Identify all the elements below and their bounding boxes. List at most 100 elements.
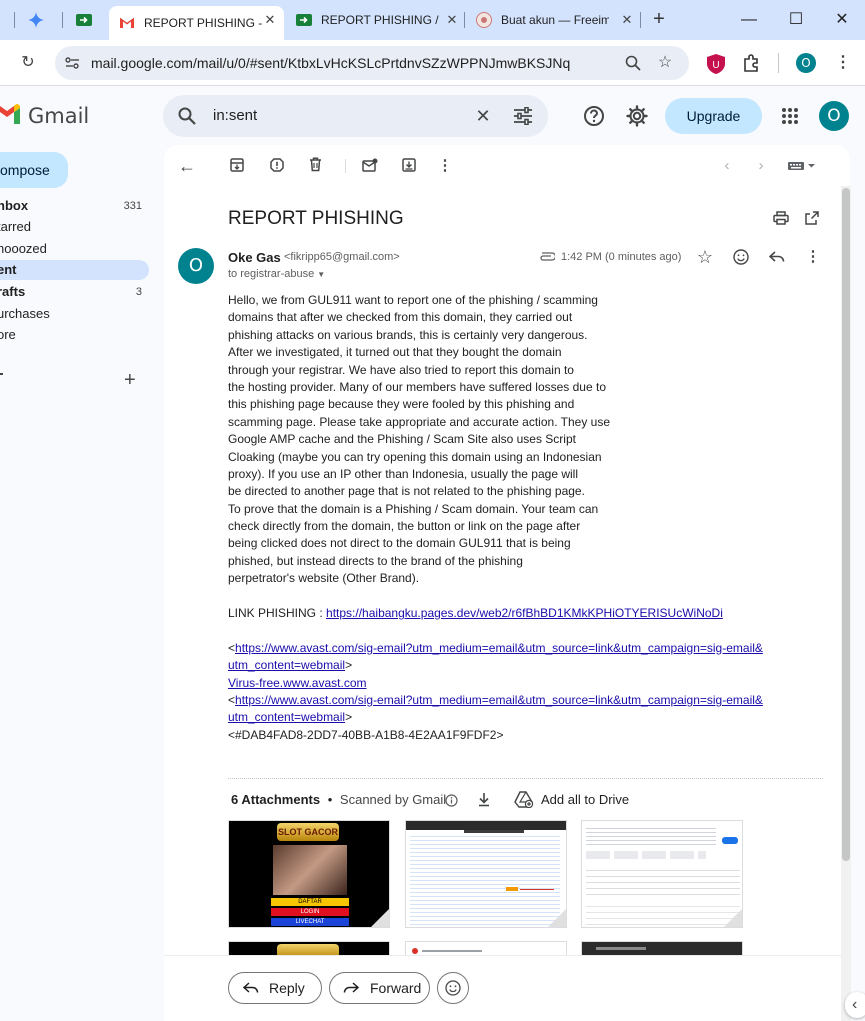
- report-spam-icon[interactable]: [270, 158, 284, 172]
- compose-button[interactable]: ompose: [0, 152, 68, 188]
- emoji-icon: [445, 980, 461, 996]
- thumbnail-corner-fold: [724, 909, 742, 927]
- extensions-puzzle-icon[interactable]: [742, 53, 762, 73]
- avast-link[interactable]: utm_content=webmail: [228, 710, 345, 724]
- recipient-line[interactable]: to registrar-abuse ▼: [228, 268, 325, 280]
- search-options-icon[interactable]: [513, 107, 533, 125]
- sender-name[interactable]: Oke Gas: [228, 250, 281, 265]
- recipient-details-chevron-icon[interactable]: ▼: [317, 270, 325, 279]
- side-panel-toggle-icon[interactable]: ‹: [845, 992, 865, 1018]
- emoji-reaction-icon[interactable]: [733, 249, 749, 265]
- upgrade-button[interactable]: Upgrade: [665, 98, 762, 134]
- reload-icon[interactable]: ↻: [17, 52, 39, 74]
- search-icon[interactable]: [178, 107, 196, 125]
- sidebar-item-inbox[interactable]: nbox 331: [0, 196, 149, 216]
- zoom-icon[interactable]: [625, 55, 641, 71]
- account-avatar[interactable]: O: [819, 101, 849, 131]
- message-timestamp: 1:42 PM (0 minutes ago): [561, 251, 682, 263]
- phishing-link[interactable]: https://haibangku.pages.dev/web2/r6fBhBD…: [326, 606, 723, 620]
- profile-avatar[interactable]: O: [796, 53, 816, 73]
- meet-pinned-tab[interactable]: [76, 6, 100, 34]
- attachment-thumbnail[interactable]: [405, 820, 567, 928]
- body-line: through your registrar. We have also tri…: [228, 362, 574, 377]
- attachment-thumbnail[interactable]: SLOT GACOR DAFTAR LOGIN LIVECHAT: [228, 820, 390, 928]
- settings-gear-icon[interactable]: [626, 105, 648, 127]
- toolbar-divider: [778, 53, 779, 73]
- gemini-pinned-tab[interactable]: [28, 6, 52, 34]
- tab-report-phishing-gmail[interactable]: REPORT PHISHING - ✕: [109, 6, 284, 40]
- angle-open: <: [228, 692, 236, 707]
- reply-icon[interactable]: [769, 251, 785, 263]
- sidebar-item-starred[interactable]: tarred: [0, 217, 149, 237]
- tab-label: Buat akun — Freeim: [501, 13, 609, 27]
- close-window-icon[interactable]: ✕: [830, 8, 854, 32]
- tab-separator: [62, 12, 63, 28]
- browser-menu-icon[interactable]: ⋮: [832, 52, 854, 74]
- input-tools-icon[interactable]: [788, 161, 818, 171]
- sidebar-item-more[interactable]: ore: [0, 325, 149, 345]
- sidebar-item-purchases[interactable]: urchases: [0, 304, 149, 324]
- gmail-logo-icon[interactable]: [0, 104, 20, 124]
- close-tab-icon[interactable]: ✕: [262, 12, 278, 28]
- avast-link[interactable]: https://www.avast.com/sig-email?utm_medi…: [235, 693, 763, 707]
- close-tab-icon[interactable]: ✕: [619, 12, 635, 28]
- more-options-icon[interactable]: ⋮: [434, 155, 456, 177]
- sidebar-item-snoozed[interactable]: nooozed: [0, 239, 149, 259]
- reply-button[interactable]: Reply: [228, 972, 322, 1004]
- new-tab-icon[interactable]: +: [648, 9, 670, 31]
- archive-icon[interactable]: [230, 158, 244, 172]
- sender-avatar[interactable]: O: [178, 248, 214, 284]
- avast-link[interactable]: utm_content=webmail: [228, 658, 345, 672]
- sidebar-item-drafts[interactable]: rafts 3: [0, 282, 149, 302]
- gemini-icon: [28, 12, 44, 28]
- close-tab-icon[interactable]: ✕: [444, 12, 460, 28]
- address-bar[interactable]: mail.google.com/mail/u/0/#sent/KtbxLvHcK…: [55, 46, 689, 80]
- body-line: To prove that the domain is a Phishing /…: [228, 501, 599, 516]
- download-all-icon[interactable]: [477, 792, 491, 807]
- tab-report-phishing-2[interactable]: REPORT PHISHING / ✕: [296, 6, 466, 34]
- search-bar[interactable]: in:sent ✕: [163, 95, 548, 137]
- tab-label: REPORT PHISHING /: [321, 13, 439, 27]
- delete-icon[interactable]: [309, 157, 322, 172]
- older-icon[interactable]: ›: [750, 155, 772, 177]
- add-all-to-drive[interactable]: Add all to Drive: [541, 792, 629, 807]
- gmail-header: Gmail in:sent ✕ Upgrade O: [0, 87, 865, 145]
- maximize-icon[interactable]: ☐: [784, 8, 808, 32]
- create-label-icon[interactable]: +: [124, 369, 136, 392]
- scrollbar-thumb[interactable]: [842, 188, 850, 861]
- clear-search-icon[interactable]: ✕: [471, 104, 495, 128]
- sidebar-item-label: rafts: [0, 284, 26, 299]
- minimize-icon[interactable]: —: [737, 8, 761, 32]
- avast-link[interactable]: https://www.avast.com/sig-email?utm_medi…: [235, 641, 763, 655]
- attachment-thumbnail[interactable]: [581, 820, 743, 928]
- forward-button[interactable]: Forward: [329, 972, 430, 1004]
- back-icon[interactable]: ←: [176, 155, 198, 177]
- virus-free-link[interactable]: Virus-free.www.avast.com: [228, 676, 367, 690]
- google-apps-icon[interactable]: [781, 107, 799, 125]
- tab-separator: [640, 12, 641, 28]
- tab-freeimage[interactable]: Buat akun — Freeim ✕: [476, 6, 641, 34]
- emoji-reaction-button[interactable]: [437, 972, 469, 1004]
- snooze-move-icon[interactable]: [402, 157, 416, 172]
- site-info-icon[interactable]: [65, 56, 80, 70]
- ublock-extension-icon[interactable]: U: [707, 54, 725, 74]
- mark-unread-icon[interactable]: [362, 158, 378, 172]
- bookmark-star-icon[interactable]: ☆: [654, 52, 676, 74]
- sidebar-item-sent[interactable]: ent: [0, 260, 149, 280]
- email-body: Hello, we from GUL911 want to report one…: [228, 292, 828, 744]
- open-new-window-icon[interactable]: [805, 211, 819, 225]
- star-icon[interactable]: ☆: [694, 246, 716, 268]
- scan-info-icon[interactable]: [445, 794, 458, 807]
- add-to-drive-icon[interactable]: [514, 791, 534, 808]
- message-more-icon[interactable]: ⋮: [802, 246, 824, 268]
- reply-label: Reply: [269, 980, 305, 996]
- newer-icon[interactable]: ‹: [716, 155, 738, 177]
- search-input[interactable]: in:sent: [213, 107, 257, 124]
- screenshot-content: [586, 901, 740, 927]
- sidebar-item-label: ore: [0, 327, 16, 342]
- print-icon[interactable]: [773, 211, 789, 225]
- signature-id: <#DAB4FAD8-2DD7-40BB-A1B8-4E2AA1F9FDF2>: [228, 727, 504, 742]
- help-icon[interactable]: [583, 105, 605, 127]
- attachments-header: 6 Attachments • Scanned by Gmail: [231, 792, 446, 807]
